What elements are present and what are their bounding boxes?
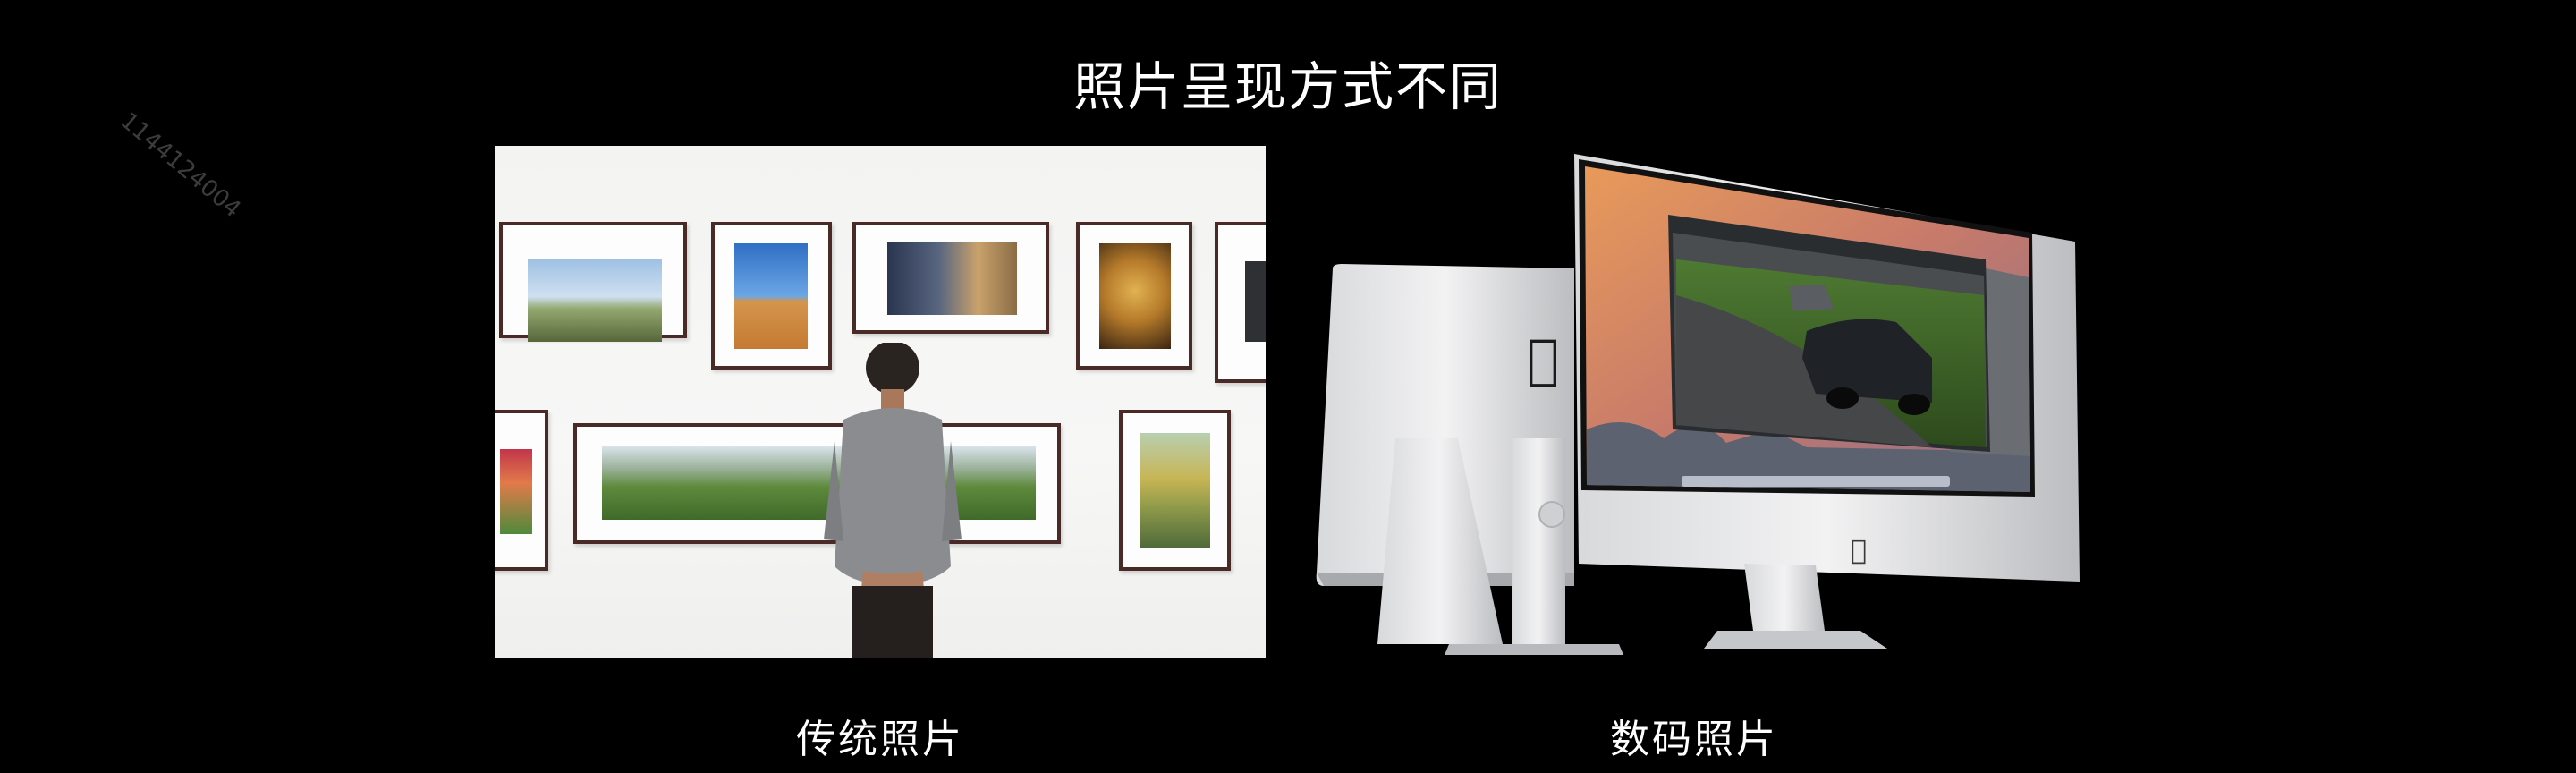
pond-picture <box>1140 433 1210 548</box>
caption-digital: 数码照片 <box>1610 717 1778 762</box>
watermark-text: 1144124004 <box>114 107 246 224</box>
imac-devices:   <box>1316 154 2080 655</box>
apple-logo-icon:  <box>1527 328 1559 391</box>
visitor-figure <box>824 343 962 658</box>
frame-desert <box>711 222 832 370</box>
cropped-picture <box>1245 261 1266 342</box>
frame-pond <box>1119 410 1231 571</box>
caption-traditional: 传统照片 <box>796 717 964 762</box>
frame-bicycle <box>852 222 1049 334</box>
frame-flowers <box>495 410 548 571</box>
desert-picture <box>734 243 808 349</box>
bicycle-picture <box>887 242 1017 315</box>
mask-picture <box>1099 243 1171 349</box>
gallery-photo <box>495 146 1266 658</box>
slide-title: 照片呈现方式不同 <box>1072 56 1503 117</box>
frame-landscape-road <box>499 222 687 342</box>
flowers-picture <box>500 449 532 534</box>
frame-cropped-right <box>1215 222 1266 383</box>
frame-mask <box>1076 222 1192 370</box>
apple-logo-icon:  <box>1851 535 1867 566</box>
landscape-road-picture <box>528 259 662 342</box>
